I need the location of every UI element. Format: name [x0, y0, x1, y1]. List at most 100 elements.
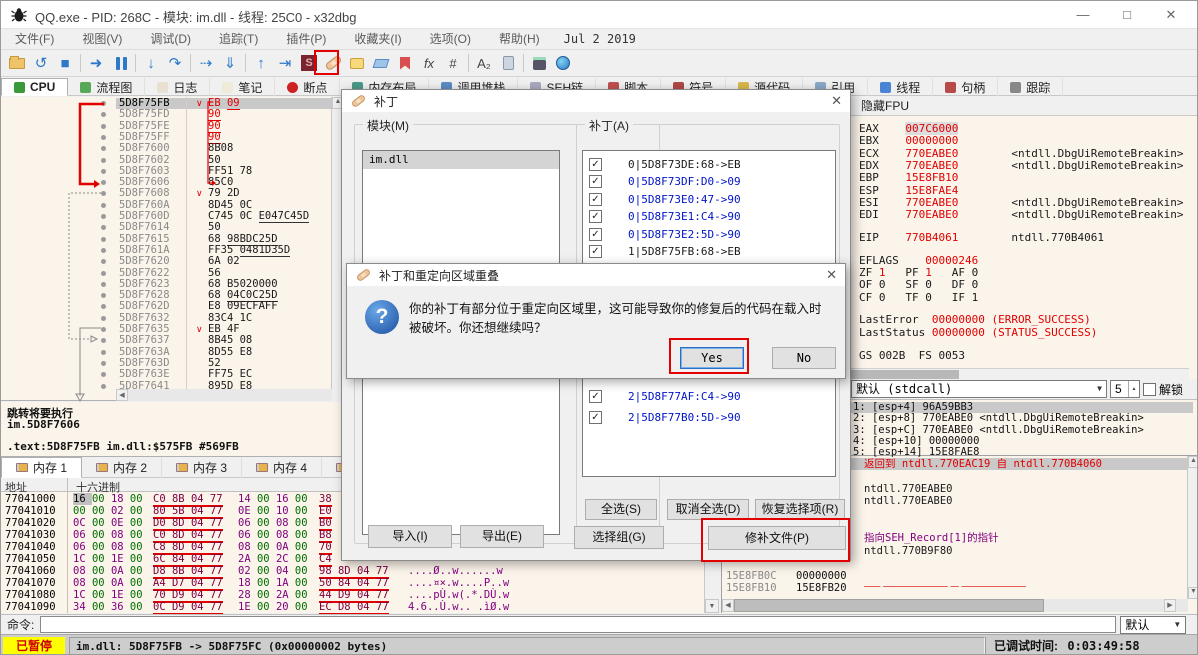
patch-entry[interactable]: ✓2|5D8F77AF:C4->90 — [583, 387, 835, 405]
script-icon[interactable]: S — [297, 52, 321, 74]
pick-groups-button[interactable]: 选择组(G) — [574, 526, 664, 549]
stack-row[interactable]: 15E8FB1015E8FB20 — [722, 582, 1188, 594]
breakpoint-dot[interactable] — [101, 316, 106, 321]
register-row[interactable]: ECX 770EABE0 <ntdll.DbgUiRemoteBreakin> — [859, 148, 1184, 160]
patch-icon[interactable] — [321, 52, 345, 74]
memory-tab-1[interactable]: 内存 1 — [1, 457, 82, 478]
maximize-button[interactable]: □ — [1105, 1, 1149, 29]
memory-tab-2[interactable]: 内存 2 — [82, 457, 162, 478]
breakpoint-dot[interactable] — [101, 169, 106, 174]
export-button[interactable]: 导出(E) — [460, 525, 544, 548]
register-row[interactable]: EDI 770EABE0 <ntdll.DbgUiRemoteBreakin> — [859, 209, 1184, 221]
msgbox-titlebar[interactable]: 补丁和重定向区域重叠 ✕ — [347, 264, 845, 286]
calculator-icon[interactable] — [527, 52, 551, 74]
patch-entry-checkbox[interactable]: ✓ — [589, 210, 602, 223]
patch-entry-checkbox[interactable]: ✓ — [589, 158, 602, 171]
labels-icon[interactable] — [369, 52, 393, 74]
register-row[interactable]: OF 0 SF 0 DF 0 — [859, 279, 978, 291]
registers-horizontal-scrollbar[interactable] — [849, 368, 1189, 379]
modules-icon[interactable] — [496, 52, 520, 74]
stack-horizontal-scrollbar[interactable]: ◀ ▶ — [722, 599, 1188, 612]
run-icon[interactable]: ➜ — [84, 52, 108, 74]
breakpoint-dot[interactable] — [101, 372, 106, 377]
menu-调试(D)[interactable]: 调试(D) — [136, 32, 205, 46]
memory-tab-3[interactable]: 内存 3 — [162, 457, 242, 478]
tab-日志[interactable]: 日志 — [145, 78, 210, 96]
arguments-list[interactable]: 1: [esp+4] 96A59BB32: [esp+8] 770EABE0 <… — [849, 399, 1198, 455]
patch-entry-checkbox[interactable]: ✓ — [589, 175, 602, 188]
breakpoint-dot[interactable] — [101, 225, 106, 230]
register-row[interactable]: ESI 770EABE0 <ntdll.DbgUiRemoteBreakin> — [859, 197, 1184, 209]
breakpoint-dot[interactable] — [101, 191, 106, 196]
open-file-icon[interactable] — [5, 52, 29, 74]
register-row[interactable]: EBX 00000000 — [859, 135, 958, 147]
tab-线程[interactable]: 线程 — [868, 78, 933, 96]
run-to-user-code-icon[interactable]: ⇥ — [273, 52, 297, 74]
breakpoint-dot[interactable] — [101, 384, 106, 389]
dump-row[interactable]: 7704106008 00 0A 00D8 8B 04 7702 00 04 0… — [1, 565, 719, 577]
register-row[interactable]: EAX 007C6000 — [859, 123, 958, 135]
breakpoint-dot[interactable] — [101, 135, 106, 140]
patch-entry[interactable]: ✓0|5D8F73DE:68->EB — [583, 155, 835, 173]
argument-row[interactable]: 5: [esp+14] 15E8FAE8 — [849, 447, 1193, 458]
register-row[interactable]: EDX 770EABE0 <ntdll.DbgUiRemoteBreakin> — [859, 160, 1184, 172]
menu-帮助(H)[interactable]: 帮助(H) — [485, 32, 554, 46]
disasm-row[interactable]: 5D8F75FD90 — [116, 109, 332, 120]
command-profile-select[interactable]: 默认▼ — [1120, 616, 1186, 634]
menu-选项(O)[interactable]: 选项(O) — [416, 32, 485, 46]
step-into-icon[interactable]: ↓ — [139, 52, 163, 74]
command-input[interactable] — [40, 616, 1116, 633]
run-trace-icon[interactable]: ⇢ — [194, 52, 218, 74]
breakpoint-dot[interactable] — [101, 350, 106, 355]
patch-entry[interactable]: ✓1|5D8F75FB:68->EB — [583, 243, 835, 261]
menu-视图(V)[interactable]: 视图(V) — [68, 32, 136, 46]
memory-tab-4[interactable]: 内存 4 — [242, 457, 322, 478]
calling-convention-select[interactable]: 默认 (stdcall)▼ — [851, 380, 1107, 398]
breakpoint-dot[interactable] — [101, 124, 106, 129]
register-row[interactable]: CF 0 TF 0 IF 1 — [859, 292, 978, 304]
register-row[interactable]: GS 002B FS 0053 — [859, 350, 965, 362]
patch-entry[interactable]: ✓0|5D8F73E0:47->90 — [583, 190, 835, 208]
breakpoint-dot[interactable] — [101, 112, 106, 117]
menu-追踪(T)[interactable]: 追踪(T) — [205, 32, 272, 46]
patch-entry[interactable]: ✓0|5D8F73E1:C4->90 — [583, 208, 835, 226]
module-list-item[interactable]: im.dll — [363, 151, 559, 169]
register-row[interactable]: LastError 00000000 (ERROR_SUCCESS) — [859, 314, 1091, 326]
menu-文件(F)[interactable]: 文件(F) — [1, 32, 68, 46]
stack-row[interactable]: 15E8FB0C00000000 — [722, 570, 1188, 582]
hash-icon[interactable]: # — [441, 52, 465, 74]
register-row[interactable]: ESP 15E8FAE4 — [859, 185, 958, 197]
breakpoint-dot[interactable] — [101, 180, 106, 185]
argument-count-stepper[interactable]: 5 ▲▼ — [1110, 380, 1140, 398]
tab-跟踪[interactable]: 跟踪 — [998, 78, 1063, 96]
disasm-row[interactable]: 5D8F76206A 02 — [116, 256, 332, 267]
breakpoint-dot[interactable] — [101, 338, 106, 343]
disasm-row[interactable]: 5D8F76008B08 — [116, 143, 332, 154]
patch-entry-checkbox[interactable]: ✓ — [589, 193, 602, 206]
patch-dialog-close-icon[interactable]: ✕ — [831, 93, 842, 109]
restore-selected-button[interactable]: 恢复选择项(R) — [755, 499, 845, 520]
patch-entry[interactable]: ✓0|5D8F73E2:5D->90 — [583, 225, 835, 243]
strings-icon[interactable]: A₂ — [472, 52, 496, 74]
pause-icon[interactable] — [108, 52, 132, 74]
register-row[interactable]: LastStatus 00000000 (STATUS_SUCCESS) — [859, 327, 1097, 339]
breakpoint-dot[interactable] — [101, 327, 106, 332]
stack-vertical-scrollbar[interactable]: ▲ ▼ — [1187, 456, 1198, 599]
patch-entry-checkbox[interactable]: ✓ — [589, 390, 602, 403]
msgbox-close-icon[interactable]: ✕ — [826, 267, 837, 283]
import-button[interactable]: 导入(I) — [368, 525, 452, 548]
breakpoint-dot[interactable] — [101, 282, 106, 287]
comments-icon[interactable] — [345, 52, 369, 74]
register-row[interactable]: EFLAGS 00000246 — [859, 255, 978, 267]
step-out-icon[interactable]: ↑ — [249, 52, 273, 74]
bookmarks-icon[interactable] — [393, 52, 417, 74]
no-button[interactable]: No — [772, 347, 836, 369]
breakpoint-dot[interactable] — [101, 248, 106, 253]
patch-entry-checkbox[interactable]: ✓ — [589, 228, 602, 241]
restart-icon[interactable]: ↺ — [29, 52, 53, 74]
patch-entry-checkbox[interactable]: ✓ — [589, 245, 602, 258]
breakpoint-dot[interactable] — [101, 158, 106, 163]
patch-file-button[interactable]: 修补文件(P) — [708, 526, 846, 550]
yes-button[interactable]: Yes — [680, 347, 744, 369]
breakpoint-dot[interactable] — [101, 271, 106, 276]
